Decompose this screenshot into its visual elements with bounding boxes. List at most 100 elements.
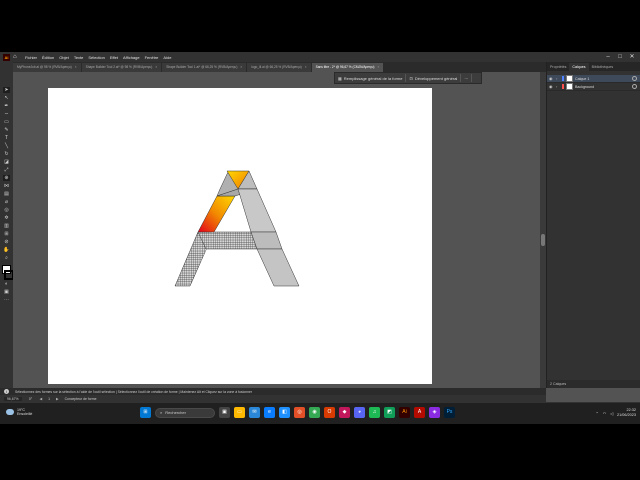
acrobat-icon[interactable]: A (414, 407, 425, 418)
slice-tool-icon[interactable]: ⊘ (3, 239, 10, 245)
layer-name[interactable]: Background (575, 85, 594, 89)
close-tab-icon[interactable]: × (155, 63, 157, 72)
menu-effet[interactable]: Effet (110, 55, 118, 60)
symbol-sprayer-tool-icon[interactable]: ✲ (3, 215, 10, 221)
tab-document[interactable]: logo_ill.ai @ 66,25 % (RVB/Aperçu) × (247, 63, 312, 72)
menu-selection[interactable]: Sélection (88, 55, 104, 60)
layer-row[interactable]: ◉ › Calque 1 (547, 75, 640, 83)
zoom-tool-icon[interactable]: ⌕ (3, 255, 10, 261)
screen-mode-icon[interactable]: ▣ (3, 289, 10, 295)
chrome-icon[interactable]: ◉ (309, 407, 320, 418)
eraser-tool-icon[interactable]: ◪ (3, 159, 10, 165)
close-tab-icon[interactable]: × (378, 63, 380, 72)
menu-fenetre[interactable]: Fenêtre (145, 55, 159, 60)
windows-start-icon[interactable]: ⊞ (140, 407, 151, 418)
chevron-up-icon[interactable]: ⌃ (596, 411, 599, 416)
draw-mode-icon[interactable]: ◐ (3, 281, 10, 287)
more-tools-icon[interactable]: ⋯ (3, 297, 10, 303)
menu-fichier[interactable]: Fichier (25, 55, 37, 60)
maximize-icon[interactable]: □ (616, 53, 624, 61)
target-circle-icon[interactable] (632, 84, 637, 89)
close-icon[interactable]: ✕ (628, 53, 636, 61)
line-tool-icon[interactable]: ╲ (3, 143, 10, 149)
rotation-value[interactable]: 0° (28, 397, 34, 401)
artboard[interactable] (48, 88, 432, 384)
pencil-tool-icon[interactable]: ✎ (3, 127, 10, 133)
visibility-eye-icon[interactable]: ◉ (549, 76, 554, 81)
tab-document-active[interactable]: Sans titre - 2* @ 96,67 % (CMJN/Aperçu) × (311, 63, 385, 72)
store-icon[interactable]: ◧ (279, 407, 290, 418)
shape-right-leg-lower[interactable] (256, 248, 300, 287)
zoom-level[interactable]: 96,67% (4, 396, 22, 401)
taskbar-search[interactable]: ⌕ Rechercher (155, 407, 215, 418)
width-tool-icon[interactable]: ⋈ (3, 183, 10, 189)
rectangle-tool-icon[interactable]: ▭ (3, 119, 10, 125)
photos-icon[interactable]: ◎ (294, 407, 305, 418)
more-options-button[interactable]: ⋯ (461, 74, 473, 82)
layer-name[interactable]: Calque 1 (575, 77, 589, 81)
tab-document[interactable]: Shape Builder Tool 2.ai* @ 98 % (RVB/Ape… (81, 63, 163, 72)
menu-texte[interactable]: Texte (74, 55, 84, 60)
chevron-right-icon[interactable]: › (556, 84, 560, 89)
shape-builder-tool-icon[interactable]: ⊕ (3, 175, 10, 181)
direct-selection-tool-icon[interactable]: ↖ (3, 95, 10, 101)
selection-tool-icon[interactable]: ➤ (3, 87, 10, 93)
menu-aide[interactable]: Aide (163, 55, 171, 60)
close-tab-icon[interactable]: × (305, 63, 307, 72)
visibility-eye-icon[interactable]: ◉ (549, 84, 554, 89)
tab-document[interactable]: Shape Builder Tool 1.ai* @ 66,25 % (RVB/… (162, 63, 248, 72)
target-circle-icon[interactable] (632, 76, 637, 81)
scale-tool-icon[interactable]: ⤢ (3, 167, 10, 173)
office-icon[interactable]: O (324, 407, 335, 418)
task-view-icon[interactable]: ▣ (219, 407, 230, 418)
illustrator-taskbar-icon[interactable]: Ai (399, 407, 410, 418)
discord-icon[interactable]: ◕ (354, 407, 365, 418)
menu-objet[interactable]: Objet (59, 55, 69, 60)
photoshop-icon[interactable]: Ps (444, 407, 455, 418)
minimize-icon[interactable]: – (604, 53, 612, 61)
clock[interactable]: 22:32 21/06/2023 (617, 408, 636, 418)
tab-layers[interactable]: Calques (569, 63, 589, 71)
close-tab-icon[interactable]: × (240, 63, 242, 72)
app-icon[interactable]: ◩ (384, 407, 395, 418)
chevron-right-icon[interactable]: › (556, 76, 560, 81)
weather-widget[interactable]: 19°C Ensoleillé (6, 408, 32, 416)
tab-properties[interactable]: Propriétés (547, 63, 569, 71)
hand-tool-icon[interactable]: ✋ (3, 247, 10, 253)
canvas-area[interactable] (13, 72, 540, 388)
home-icon[interactable]: ⌂ (13, 54, 19, 60)
layer-row[interactable]: ◉ › Background (547, 83, 640, 91)
type-tool-icon[interactable]: T (3, 135, 10, 141)
scrollbar-thumb[interactable] (541, 234, 545, 246)
app-icon[interactable]: ◆ (339, 407, 350, 418)
shape-left-leg-upper[interactable] (197, 195, 236, 233)
hint-bar: i Sélectionnez des formes sur la sélecti… (0, 388, 546, 395)
rotate-tool-icon[interactable]: ↻ (3, 151, 10, 157)
volume-icon[interactable]: ◁ (610, 411, 613, 416)
file-explorer-icon[interactable]: ▭ (234, 407, 245, 418)
menu-affichage[interactable]: Affichage (123, 55, 140, 60)
fill-shape-button[interactable]: ▦ Remplissage général de la forme (335, 74, 407, 82)
graph-tool-icon[interactable]: ▥ (3, 223, 10, 229)
letter-a-artwork[interactable] (48, 88, 432, 384)
menu-edition[interactable]: Édition (42, 55, 54, 60)
artboard-number[interactable]: 1 (48, 397, 50, 401)
app-icon[interactable]: ◈ (429, 407, 440, 418)
curvature-tool-icon[interactable]: ∼ (3, 111, 10, 117)
edge-icon[interactable]: e (264, 407, 275, 418)
blend-tool-icon[interactable]: ◎ (3, 207, 10, 213)
tab-libraries[interactable]: Bibliothèques (589, 63, 617, 71)
close-tab-icon[interactable]: × (75, 63, 77, 72)
artboard-nav-prev-icon[interactable]: ◀ (40, 397, 43, 401)
spotify-icon[interactable]: ♫ (369, 407, 380, 418)
tab-document[interactable]: MyPhoneJob.ai @ 98 % (RVB/Aperçu) × (13, 63, 82, 72)
pen-tool-icon[interactable]: ✒ (3, 103, 10, 109)
eyedropper-tool-icon[interactable]: ⌀ (3, 199, 10, 205)
wifi-icon[interactable]: ◠ (603, 411, 606, 416)
artboard-tool-icon[interactable]: ⊞ (3, 231, 10, 237)
artboard-nav-next-icon[interactable]: ▶ (56, 397, 59, 401)
develop-button[interactable]: ⊡ Développement général (406, 74, 462, 82)
gradient-tool-icon[interactable]: ▤ (3, 191, 10, 197)
shape-right-leg-upper[interactable] (237, 188, 277, 233)
mail-icon[interactable]: ✉ (249, 407, 260, 418)
